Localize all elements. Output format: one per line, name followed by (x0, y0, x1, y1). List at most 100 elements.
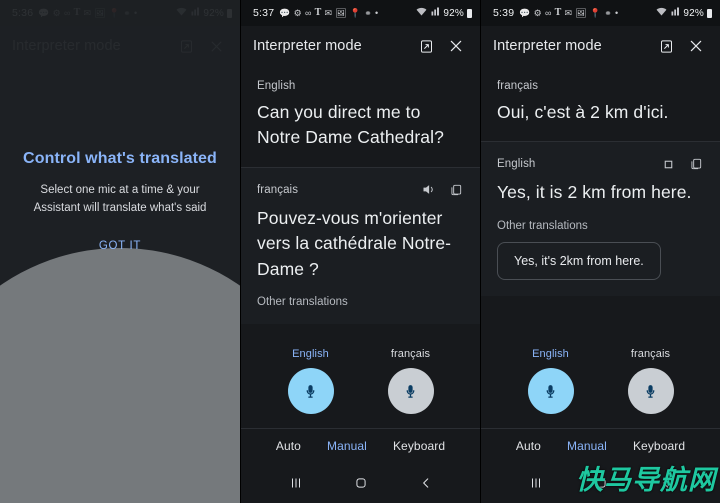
globe-icon: ⚭ (364, 7, 372, 18)
bubble-header: français (497, 80, 704, 92)
mail-icon: ✉ (564, 7, 573, 18)
onboarding-subtitle-line1: Select one mic at a time & your (40, 184, 200, 196)
dot-icon: • (374, 7, 379, 18)
status-system-icons: 92% (176, 7, 232, 19)
page-title: Interpreter mode (493, 38, 602, 54)
battery-percent: 92% (683, 7, 704, 19)
transcript-bubble: français Pouvez-vous m'orienter vers la … (241, 166, 480, 324)
mic-control-francais[interactable]: français (627, 348, 674, 414)
bubble-language-label: English (257, 80, 296, 92)
phone-screen-2: 5:37 💬 ⚙ ∞ T ✉ 🖼 📍 ⚭ • 92% Interpreter m… (240, 0, 480, 503)
battery-percent: 92% (443, 7, 464, 19)
mic-language-label: français (390, 348, 431, 360)
recents-icon[interactable] (281, 468, 311, 498)
android-nav-bar (481, 463, 720, 503)
app-header: Interpreter mode (241, 26, 480, 66)
dot-icon: • (614, 7, 619, 18)
cast-screen-icon[interactable] (654, 34, 678, 58)
speaker-icon[interactable] (660, 156, 676, 172)
bubble-actions (420, 182, 464, 198)
microphone-icon[interactable] (287, 368, 334, 414)
onboarding-subtitle-line2: Assistant will translate what's said (33, 202, 207, 215)
back-icon[interactable] (651, 468, 681, 498)
photo-icon: 🖼 (335, 7, 347, 18)
bubble-text: Yes, it is 2 km from here. (497, 182, 692, 203)
mic-control-english[interactable]: English (527, 348, 574, 414)
bubble-text: Oui, c'est à 2 km d'ici. (497, 102, 669, 122)
message-icon: 💬 (279, 7, 291, 18)
carrier-t-icon: T (314, 7, 322, 18)
battery-percent: 92% (203, 7, 224, 19)
status-system-icons: 92% (656, 7, 712, 19)
home-icon[interactable] (586, 468, 616, 498)
bubble-header: English (257, 80, 464, 92)
message-icon: 💬 (38, 7, 50, 18)
status-notification-icons: 💬 ⚙ ∞ T ✉ 🖼 📍 ⚭ • (279, 8, 416, 18)
close-icon[interactable] (444, 34, 468, 58)
bubble-header: français (257, 182, 464, 198)
copy-icon[interactable] (448, 182, 464, 198)
microphone-icon[interactable] (627, 368, 674, 414)
close-icon[interactable] (204, 34, 228, 58)
got-it-button[interactable]: GOT IT (0, 240, 240, 252)
microphone-icon[interactable] (527, 368, 574, 414)
onboarding-title: Control what's translated (23, 150, 217, 167)
dot-icon: • (133, 7, 138, 18)
status-bar: 5:37 💬 ⚙ ∞ T ✉ 🖼 📍 ⚭ • 92% (241, 0, 480, 26)
onboarding-spotlight (0, 248, 240, 503)
transcript-bubble: English Can you direct me to Notre Dame … (241, 66, 480, 167)
mode-auto[interactable]: Auto (276, 439, 301, 453)
status-notification-icons: 💬 ⚙ ∞ T ✉ 🖼 📍 ⚭ • (519, 8, 656, 18)
screenshot-triptych: 5:36 💬 ⚙ ∞ T ✉ 🖼 📍 ⚭ • 92% Interpreter m… (0, 0, 720, 503)
cellular-signal-icon (670, 7, 680, 19)
message-icon: 💬 (519, 7, 531, 18)
home-icon[interactable] (346, 468, 376, 498)
wifi-icon (176, 7, 187, 19)
mic-language-label: English (292, 348, 329, 360)
mode-keyboard[interactable]: Keyboard (633, 439, 685, 453)
bubble-language-label: français (497, 80, 539, 92)
speaker-icon[interactable] (420, 182, 436, 198)
mode-selector: Auto Manual Keyboard (241, 429, 480, 463)
globe-icon: ⚭ (604, 7, 612, 18)
photo-icon: 🖼 (94, 7, 106, 18)
app-header: Interpreter mode (481, 26, 720, 66)
status-notification-icons: 💬 ⚙ ∞ T ✉ 🖼 📍 ⚭ • (38, 8, 176, 18)
status-clock: 5:36 (12, 7, 34, 19)
microphone-icon[interactable] (387, 368, 434, 414)
mic-language-label: English (532, 348, 569, 360)
transcript-bubble: français Oui, c'est à 2 km d'ici. (481, 66, 720, 141)
mode-manual[interactable]: Manual (567, 439, 607, 453)
app-header: Interpreter mode (0, 26, 240, 66)
mic-control-english[interactable]: English (287, 348, 334, 414)
back-icon[interactable] (411, 468, 441, 498)
voicemail-icon: ∞ (544, 7, 552, 18)
conversation-list: English Can you direct me to Notre Dame … (241, 66, 480, 324)
cast-screen-icon[interactable] (174, 34, 198, 58)
cast-screen-icon[interactable] (414, 34, 438, 58)
page-title: Interpreter mode (253, 38, 362, 54)
battery-icon (707, 8, 712, 18)
bubble-language-label: français (257, 183, 299, 196)
mic-control-francais[interactable]: français (387, 348, 434, 414)
recents-icon[interactable] (521, 468, 551, 498)
close-icon[interactable] (684, 34, 708, 58)
onboarding-text: Control what's translated Select one mic… (0, 150, 240, 218)
carrier-t-icon: T (73, 7, 81, 18)
bubble-language-label: English (497, 158, 536, 171)
gear-icon: ⚙ (533, 7, 542, 18)
phone-screen-3: 5:39 💬 ⚙ ∞ T ✉ 🖼 📍 ⚭ • 92% Interpreter m… (480, 0, 720, 503)
mic-controls: English français (241, 334, 480, 429)
translation-chip[interactable]: Yes, it's 2km from here. (497, 241, 661, 280)
copy-icon[interactable] (688, 156, 704, 172)
mode-manual[interactable]: Manual (327, 439, 367, 453)
other-translations-label: Other translations (257, 295, 348, 308)
other-translations-chips: Yes, it's 2km from here. (481, 232, 720, 280)
battery-icon (227, 8, 232, 18)
mode-selector: Auto Manual Keyboard (481, 429, 720, 463)
bubble-header: English (497, 156, 704, 172)
status-bar: 5:39 💬 ⚙ ∞ T ✉ 🖼 📍 ⚭ • 92% (481, 0, 720, 26)
mode-auto[interactable]: Auto (516, 439, 541, 453)
mode-keyboard[interactable]: Keyboard (393, 439, 445, 453)
battery-icon (467, 8, 472, 18)
